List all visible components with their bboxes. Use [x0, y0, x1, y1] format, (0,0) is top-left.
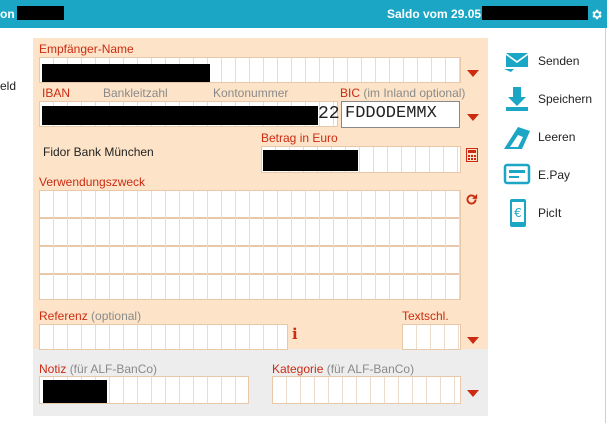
blz-label: Bankleitzahl	[103, 86, 168, 100]
bic-label: BIC (im Inland optional)	[340, 86, 466, 100]
empfaenger-dropdown-icon[interactable]	[467, 70, 479, 77]
bank-name: Fidor Bank München	[43, 145, 154, 159]
picit-button[interactable]: € PicIt	[500, 197, 600, 229]
referenz-input[interactable]	[39, 324, 288, 350]
kategorie-dropdown-icon[interactable]	[467, 390, 479, 397]
phone-euro-icon: €	[510, 199, 526, 227]
redacted-amount	[263, 150, 358, 171]
redacted-iban	[42, 106, 318, 125]
referenz-label: Referenz (optional)	[39, 309, 142, 323]
refresh-icon[interactable]	[464, 192, 479, 207]
bic-value: FDDODEMMX	[345, 104, 437, 123]
epay-label: E.Pay	[538, 168, 571, 182]
verwendung-input[interactable]	[39, 190, 461, 300]
textschl-label: Textschl.	[402, 309, 449, 323]
info-icon[interactable]: i	[292, 325, 298, 343]
redacted-balance	[482, 6, 588, 20]
iban-label: IBAN	[42, 86, 71, 100]
bic-input[interactable]: FDDODEMMX	[341, 101, 460, 128]
redacted-name	[42, 64, 210, 82]
window-edge	[605, 28, 606, 423]
kategorie-input[interactable]	[272, 376, 461, 404]
empfaenger-label: Empfänger-Name	[39, 42, 134, 56]
textschl-dropdown-icon[interactable]	[467, 337, 479, 344]
empfaenger-input[interactable]	[39, 57, 461, 83]
save-label: Speichern	[538, 92, 593, 106]
calculator-icon[interactable]	[466, 148, 478, 162]
save-button[interactable]: Speichern	[500, 83, 600, 115]
notiz-input[interactable]	[39, 376, 249, 404]
redacted-account	[17, 6, 64, 20]
betrag-input[interactable]	[261, 146, 461, 173]
eraser-icon	[504, 127, 530, 149]
notiz-label: Notiz (für ALF-BanCo)	[39, 362, 158, 376]
send-button[interactable]: Senden	[500, 45, 600, 77]
verwendung-label: Verwendungszweck	[39, 175, 146, 189]
iban-tail: 22	[318, 104, 340, 124]
clear-label: Leeren	[538, 130, 576, 144]
svg-text:€: €	[514, 206, 522, 220]
send-label: Senden	[538, 54, 580, 68]
saldo-text: Saldo vom 29.05	[387, 7, 482, 21]
send-icon	[504, 53, 528, 72]
gear-icon[interactable]	[590, 8, 603, 21]
title-left-text: on	[0, 7, 15, 21]
download-icon	[506, 87, 528, 111]
side-label: eld	[0, 79, 17, 93]
clear-button[interactable]: Leeren	[500, 121, 600, 153]
picit-label: PicIt	[538, 206, 562, 220]
epay-icon	[503, 163, 531, 185]
textschl-input[interactable]	[402, 324, 461, 350]
bic-dropdown-icon[interactable]	[467, 114, 479, 121]
title-bar: on Saldo vom 29.05	[0, 0, 607, 28]
iban-input[interactable]: 22	[39, 101, 340, 127]
konto-label: Kontonummer	[213, 86, 289, 100]
epay-button[interactable]: E.Pay	[500, 159, 600, 191]
betrag-label: Betrag in Euro	[261, 131, 338, 145]
kategorie-label: Kategorie (für ALF-BanCo)	[272, 362, 415, 376]
redacted-notiz	[43, 380, 107, 403]
